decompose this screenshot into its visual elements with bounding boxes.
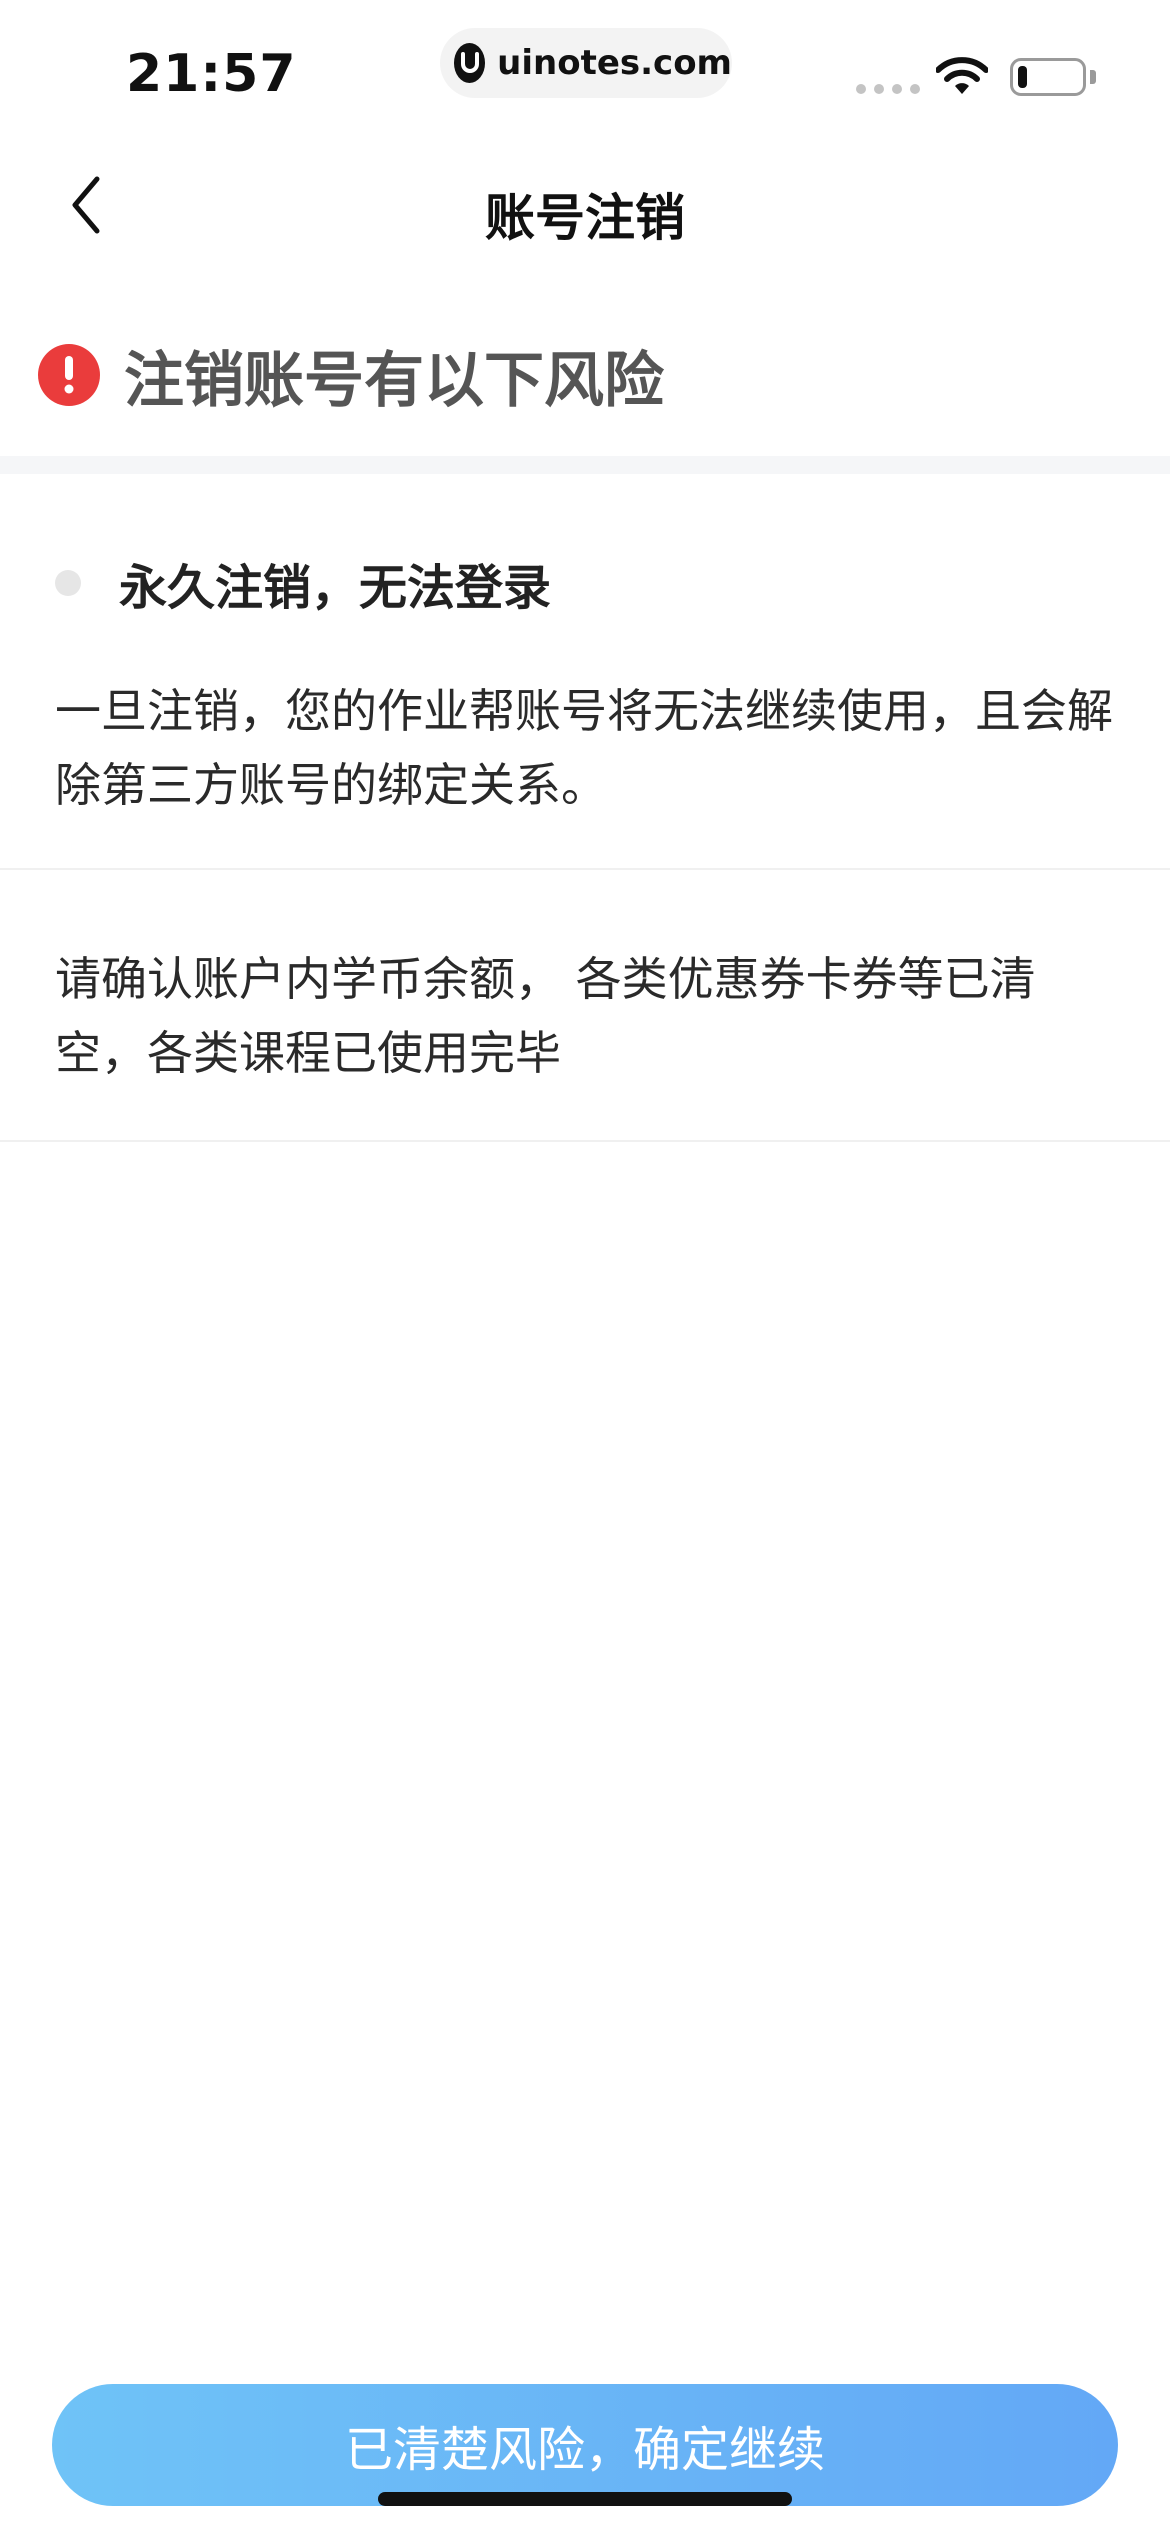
confirm-label: 已清楚风险，确定继续 [344,2424,825,2477]
risk-heading: 永久注销，无法登录 [55,548,551,618]
exclamation-circle-icon [38,344,100,406]
home-indicator [378,2492,792,2506]
risk-description: 请确认账户内学币余额， 各类优惠券卡券等已清空，各类课程已使用完毕 [55,952,1036,1080]
page-title: 账号注销 [485,189,685,247]
section-divider [0,456,1170,474]
url-text: uinotes.com [497,43,732,83]
battery-icon [1010,58,1086,96]
status-time: 21:57 [126,44,297,104]
warning-title: 注销账号有以下风险 [124,345,664,416]
risk-heading-text: 永久注销，无法登录 [119,560,552,616]
bullet-dot-icon [55,570,81,596]
url-pill[interactable]: uinotes.com [440,28,732,98]
confirm-continue-button[interactable]: 已清楚风险，确定继续 [52,2384,1118,2506]
risk-item-permanent: 永久注销，无法登录 一旦注销，您的作业帮账号将无法继续使用，且会解除第三方账号的… [0,474,1170,870]
battery-cap [1090,70,1096,84]
site-logo-icon [454,43,486,83]
cellular-signal-icon [856,84,920,94]
warning-header: 注销账号有以下风险 [0,300,1170,450]
risk-item-balance: 请确认账户内学币余额， 各类优惠券卡券等已清空，各类课程已使用完毕 [0,870,1170,1142]
nav-bar: 账号注销 [0,140,1170,270]
risk-description: 一旦注销，您的作业帮账号将无法继续使用，且会解除第三方账号的绑定关系。 [55,684,1113,812]
screen: 21:57 uinotes.com 账号注销 注销账号有以下风险 永久注销，无法… [0,0,1170,2532]
battery-level [1018,66,1027,88]
wifi-icon [935,56,989,100]
status-bar: 21:57 uinotes.com [0,0,1170,140]
